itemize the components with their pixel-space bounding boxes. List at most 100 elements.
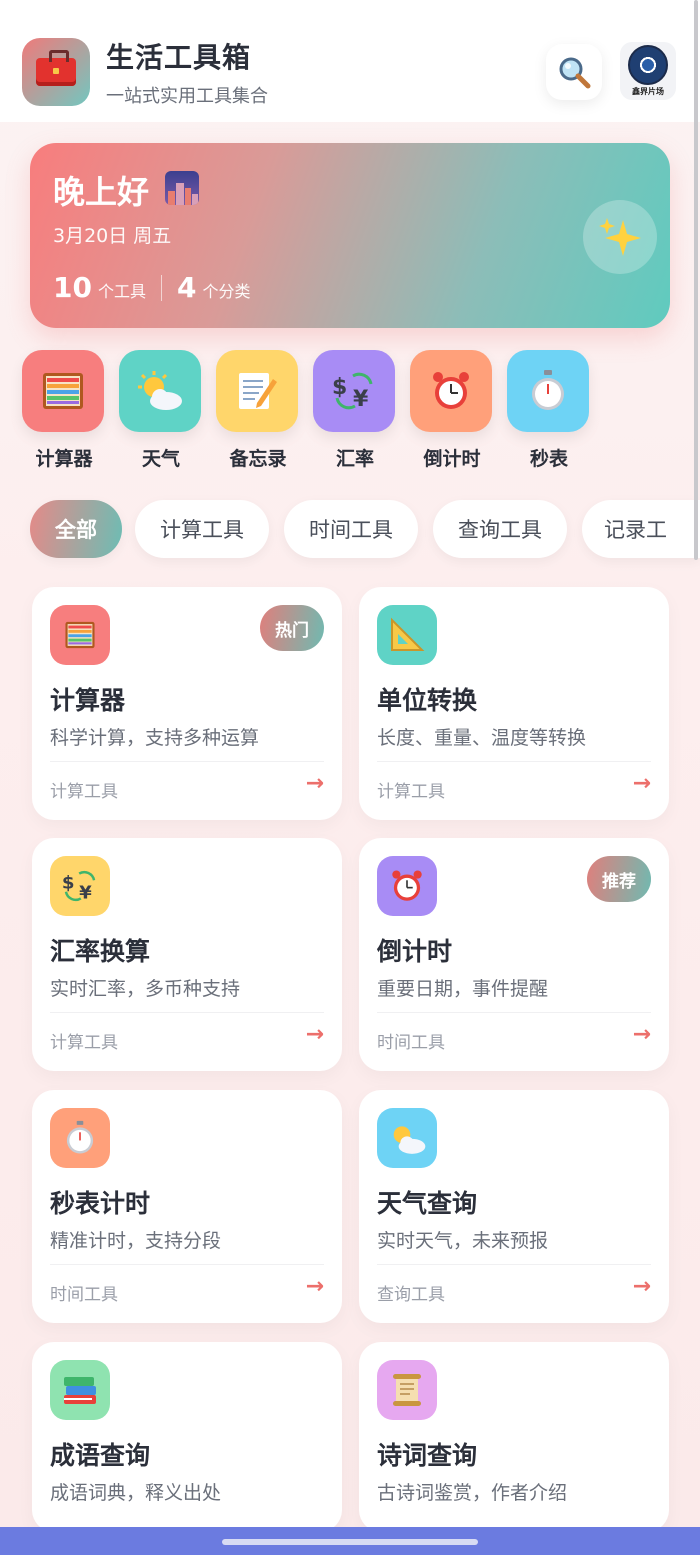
card-category: 计算工具 [377,782,445,802]
scroll-icon [377,1360,437,1420]
card-description: 成语词典，释义出处 [50,1482,222,1504]
card-title: 单位转换 [377,686,478,715]
quick-tool-countdown[interactable]: 倒计时 [410,350,494,471]
greeting-title: 晚上好 [53,173,150,211]
tool-card-stopwatch[interactable]: 秒表计时 精准计时，支持分段 时间工具 → [32,1090,342,1323]
abacus-icon [22,350,104,432]
sparkles-icon [583,200,657,274]
tab-all[interactable]: 全部 [30,500,122,558]
stats-divider [160,274,162,301]
arrow-right-icon[interactable]: → [306,771,324,796]
svg-text:¥: ¥ [79,882,92,903]
quick-tool-label: 汇率 [335,448,374,470]
card-divider [50,1012,324,1013]
tool-card-weather[interactable]: 天气查询 实时天气，未来预报 查询工具 → [359,1090,669,1323]
card-divider [50,1264,324,1265]
tools-unit: 个工具 [97,282,146,301]
card-divider [377,761,651,762]
tab-calculation-tools[interactable]: 计算工具 [135,500,269,558]
card-category: 计算工具 [50,1033,118,1053]
svg-text:$: $ [332,375,347,400]
avatar-caption: 鑫界片场 [632,87,664,96]
app-header: 生活工具箱 一站式实用工具集合 鑫界片场 [0,0,700,122]
card-category: 查询工具 [377,1285,445,1305]
tool-card-idiom[interactable]: 成语查询 成语词典，释义出处 [32,1342,342,1532]
abacus-icon [50,605,110,665]
card-description: 长度、重量、温度等转换 [377,727,587,749]
quick-tool-label: 天气 [141,448,180,470]
scrollbar[interactable] [694,0,698,560]
card-title: 倒计时 [377,937,453,966]
user-avatar[interactable]: 鑫界片场 [620,42,676,100]
stats-row: 10 个工具 4 个分类 [53,271,250,304]
card-description: 实时汇率，多币种支持 [50,978,241,1000]
card-category: 时间工具 [377,1033,445,1053]
card-description: 科学计算，支持多种运算 [50,727,260,749]
quick-tool-label: 秒表 [529,448,568,470]
tab-query-tools[interactable]: 查询工具 [433,500,567,558]
tab-time-tools[interactable]: 时间工具 [284,500,418,558]
svg-text:¥: ¥ [353,387,369,412]
card-divider [50,761,324,762]
tool-card-calculator[interactable]: 热门 计算器 科学计算，支持多种运算 计算工具 → [32,587,342,820]
arrow-right-icon[interactable]: → [306,1274,324,1299]
home-indicator[interactable] [222,1539,478,1545]
recommend-badge: 推荐 [587,856,651,902]
quick-tool-label: 倒计时 [423,448,481,470]
card-title: 诗词查询 [377,1441,478,1470]
system-navigation-bar [0,1527,700,1555]
sun-cloud-icon [119,350,201,432]
alarm-clock-icon [377,856,437,916]
tool-card-exchange-rate[interactable]: $ ¥ 汇率换算 实时汇率，多币种支持 计算工具 → [32,838,342,1071]
arrow-right-icon[interactable]: → [633,771,651,796]
svg-text:$: $ [62,872,75,893]
categories-count: 4 [176,271,197,304]
stopwatch-icon [507,350,589,432]
books-icon [50,1360,110,1420]
card-description: 精准计时，支持分段 [50,1230,222,1252]
card-category: 时间工具 [50,1285,118,1305]
app-title: 生活工具箱 [106,41,252,74]
arrow-right-icon[interactable]: → [633,1274,651,1299]
app-subtitle: 一站式实用工具集合 [106,86,268,107]
alarm-clock-icon [410,350,492,432]
currency-exchange-icon: $ ¥ [313,350,395,432]
tab-record-tools[interactable]: 记录工 [582,500,700,558]
card-divider [377,1012,651,1013]
arrow-right-icon[interactable]: → [633,1022,651,1047]
toolbox-logo-icon [22,38,90,106]
card-category: 计算工具 [50,782,118,802]
tool-card-countdown[interactable]: 推荐 倒计时 重要日期，事件提醒 时间工具 → [359,838,669,1071]
quick-tool-calculator[interactable]: 计算器 [22,350,106,471]
card-title: 计算器 [50,686,126,715]
card-title: 成语查询 [50,1441,151,1470]
hot-badge: 热门 [260,605,324,651]
quick-tool-exchange[interactable]: $ ¥ 汇率 [313,350,397,471]
memo-icon [216,350,298,432]
card-description: 实时天气，未来预报 [377,1230,549,1252]
card-title: 天气查询 [377,1189,478,1218]
quick-tool-label: 计算器 [35,448,93,470]
sun-cloud-icon [377,1108,437,1168]
stopwatch-icon [50,1108,110,1168]
tool-card-unit-conversion[interactable]: 单位转换 长度、重量、温度等转换 计算工具 → [359,587,669,820]
greeting-card: 晚上好 3月20日 周五 10 个工具 4 个分类 [30,143,670,328]
card-title: 秒表计时 [50,1189,151,1218]
quick-tool-label: 备忘录 [229,448,287,470]
search-icon [559,57,591,89]
quick-tool-stopwatch[interactable]: 秒表 [507,350,591,471]
triangle-ruler-icon [377,605,437,665]
currency-exchange-icon: $ ¥ [50,856,110,916]
card-description: 重要日期，事件提醒 [377,978,549,1000]
film-reel-icon [628,45,668,85]
quick-tool-memo[interactable]: 备忘录 [216,350,300,471]
quick-tool-weather[interactable]: 天气 [119,350,203,471]
card-title: 汇率换算 [50,937,151,966]
search-button[interactable] [546,44,602,100]
categories-unit: 个分类 [202,282,251,301]
night-city-icon [165,171,199,205]
tool-card-poetry[interactable]: 诗词查询 古诗词鉴赏，作者介绍 [359,1342,669,1532]
tools-count: 10 [53,271,92,304]
card-divider [377,1264,651,1265]
arrow-right-icon[interactable]: → [306,1022,324,1047]
